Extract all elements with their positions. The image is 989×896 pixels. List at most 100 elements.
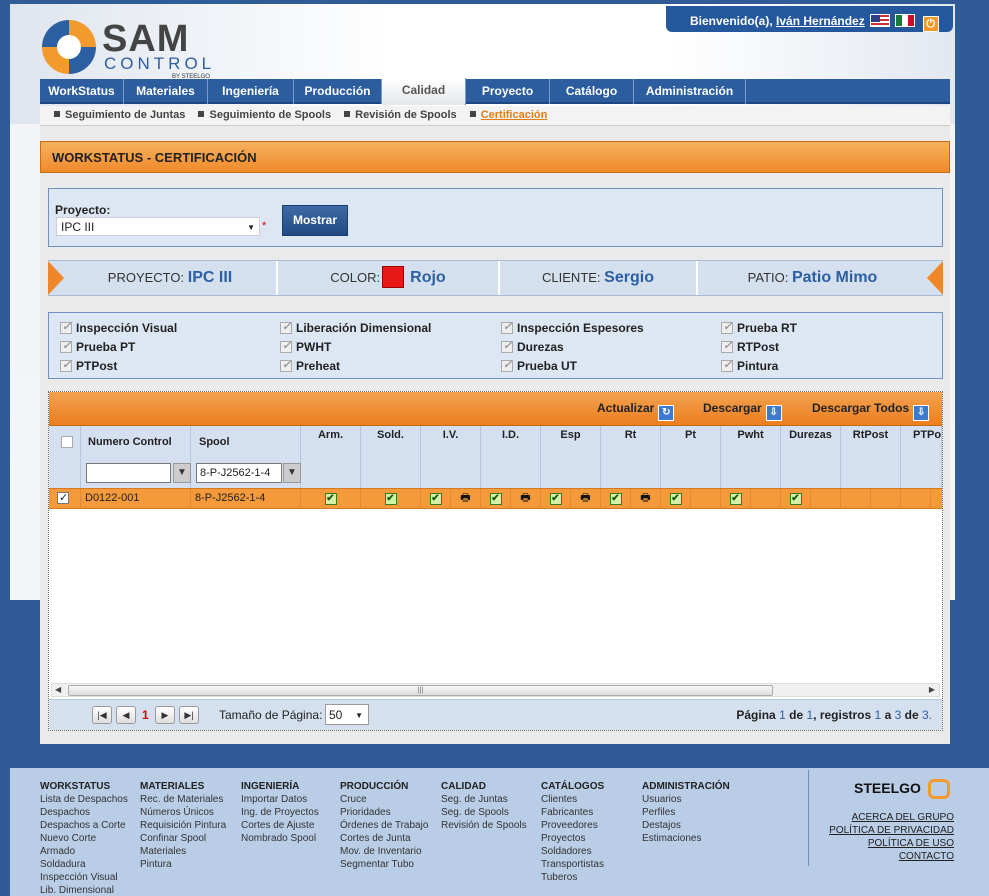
- footer-link[interactable]: Mov. de Inventario: [340, 845, 428, 858]
- col-durezas[interactable]: Durezas: [781, 426, 841, 488]
- cell-id-print[interactable]: 🖶: [511, 489, 541, 508]
- footer-link[interactable]: Seg. de Spools: [441, 806, 527, 819]
- nav-proyecto[interactable]: Proyecto: [466, 79, 550, 104]
- table-row[interactable]: ✓ D0122-001 8-P-J2562-1-4 ✔ ✔ ✔ 🖶 ✔ 🖶 ✔ …: [49, 488, 942, 509]
- nav-catalogo[interactable]: Catálogo: [550, 79, 634, 104]
- check-liberacion-dimensional[interactable]: Liberación Dimensional: [280, 320, 431, 335]
- footer-link[interactable]: Lib. Dimensional: [40, 884, 128, 896]
- cell-rt-print[interactable]: 🖶: [631, 489, 661, 508]
- check-pintura[interactable]: Pintura: [721, 358, 778, 373]
- footer-link[interactable]: Pintura: [140, 858, 226, 871]
- check-rtpost[interactable]: RTPost: [721, 339, 779, 354]
- footer-link[interactable]: Rec. de Materiales: [140, 793, 226, 806]
- descargar-button[interactable]: Descargar ⇩: [703, 401, 782, 421]
- next-page-icon[interactable]: ▶: [155, 706, 175, 724]
- footer-link[interactable]: Materiales: [140, 845, 226, 858]
- scroll-left-icon[interactable]: ◀: [55, 685, 61, 694]
- col-rtpost[interactable]: RtPost: [841, 426, 901, 488]
- check-prueba-pt[interactable]: Prueba PT: [60, 339, 135, 354]
- check-preheat[interactable]: Preheat: [280, 358, 340, 373]
- footer-link[interactable]: Inspección Visual: [40, 871, 128, 884]
- footer-link[interactable]: Nuevo Corte: [40, 832, 128, 845]
- us-flag-icon[interactable]: [870, 14, 891, 27]
- user-name-link[interactable]: Iván Hernández: [776, 14, 865, 28]
- footer-link-acerca[interactable]: ACERCA DEL GRUPO: [852, 812, 954, 823]
- footer-link[interactable]: Transportistas: [541, 858, 604, 871]
- check-inspeccion-espesores[interactable]: Inspección Espesores: [501, 320, 644, 335]
- logout-icon[interactable]: ⏻: [922, 16, 939, 32]
- footer-link[interactable]: Estimaciones: [642, 832, 730, 845]
- nav-produccion[interactable]: Producción: [294, 79, 382, 104]
- scroll-right-icon[interactable]: ▶: [929, 685, 935, 694]
- footer-link[interactable]: Números Únicos: [140, 806, 226, 819]
- nav-calidad[interactable]: Calidad: [382, 78, 466, 105]
- col-arm[interactable]: Arm.: [301, 426, 361, 488]
- col-rt[interactable]: Rt: [601, 426, 661, 488]
- footer-link-contacto[interactable]: CONTACTO: [899, 851, 954, 862]
- mostrar-button[interactable]: Mostrar: [282, 205, 348, 236]
- footer-link[interactable]: Soldadores: [541, 845, 604, 858]
- col-ptpost[interactable]: PTPos: [901, 426, 942, 488]
- col-esp[interactable]: Esp: [541, 426, 601, 488]
- footer-link[interactable]: Cortes de Junta: [340, 832, 428, 845]
- select-all-checkbox[interactable]: [60, 436, 73, 448]
- cell-esp-print[interactable]: 🖶: [571, 489, 601, 508]
- footer-link[interactable]: Destajos: [642, 819, 730, 832]
- cell-iv-print[interactable]: 🖶: [451, 489, 481, 508]
- footer-link[interactable]: Despachos: [40, 806, 128, 819]
- col-id[interactable]: I.D.: [481, 426, 541, 488]
- row-numero-control[interactable]: D0122-001: [81, 489, 191, 508]
- spool-filter[interactable]: 8-P-J2562-1-4: [196, 463, 282, 483]
- footer-link[interactable]: Revisión de Spools: [441, 819, 527, 832]
- col-pwht[interactable]: Pwht: [721, 426, 781, 488]
- footer-link[interactable]: Tuberos: [541, 871, 604, 884]
- footer-link[interactable]: Cruce: [340, 793, 428, 806]
- footer-link[interactable]: Órdenes de Trabajo: [340, 819, 428, 832]
- last-page-icon[interactable]: ▶|: [179, 706, 199, 724]
- filter-icon[interactable]: ▼: [283, 463, 301, 483]
- footer-link[interactable]: Perfiles: [642, 806, 730, 819]
- footer-link[interactable]: Armado: [40, 845, 128, 858]
- row-spool[interactable]: 8-P-J2562-1-4: [191, 489, 301, 508]
- numero-control-filter[interactable]: [86, 463, 171, 483]
- footer-link[interactable]: Proyectos: [541, 832, 604, 845]
- check-prueba-ut[interactable]: Prueba UT: [501, 358, 577, 373]
- nav-administracion[interactable]: Administración: [634, 79, 746, 104]
- footer-link[interactable]: Segmentar Tubo: [340, 858, 428, 871]
- col-sold[interactable]: Sold.: [361, 426, 421, 488]
- prev-page-icon[interactable]: ◀: [116, 706, 136, 724]
- subnav-item[interactable]: Seguimiento de Juntas: [54, 109, 185, 121]
- footer-link[interactable]: Nombrado Spool: [241, 832, 319, 845]
- subnav-item[interactable]: Seguimiento de Spools: [198, 109, 331, 121]
- row-checkbox[interactable]: ✓: [57, 492, 69, 504]
- check-pwht[interactable]: PWHT: [280, 339, 331, 354]
- scroll-thumb[interactable]: |||: [68, 685, 773, 696]
- footer-link[interactable]: Importar Datos: [241, 793, 319, 806]
- descargar-todos-button[interactable]: Descargar Todos ⇩: [812, 401, 930, 421]
- footer-link[interactable]: Despachos a Corte: [40, 819, 128, 832]
- actualizar-button[interactable]: Actualizar ↻: [597, 401, 675, 421]
- footer-link[interactable]: Seg. de Juntas: [441, 793, 527, 806]
- nav-ingenieria[interactable]: Ingeniería: [208, 79, 294, 104]
- nav-workstatus[interactable]: WorkStatus: [40, 79, 124, 104]
- check-ptpost[interactable]: PTPost: [60, 358, 117, 373]
- check-inspeccion-visual[interactable]: Inspección Visual: [60, 320, 177, 335]
- check-prueba-rt[interactable]: Prueba RT: [721, 320, 797, 335]
- footer-link[interactable]: Usuarios: [642, 793, 730, 806]
- footer-link[interactable]: Soldadura: [40, 858, 128, 871]
- footer-link[interactable]: Ing. de Proyectos: [241, 806, 319, 819]
- footer-link[interactable]: Proveedores: [541, 819, 604, 832]
- footer-link[interactable]: Prioridades: [340, 806, 428, 819]
- footer-link[interactable]: Clientes: [541, 793, 604, 806]
- footer-link[interactable]: Confinar Spool: [140, 832, 226, 845]
- project-select[interactable]: IPC III ▼: [56, 217, 260, 236]
- check-durezas[interactable]: Durezas: [501, 339, 564, 354]
- filter-icon[interactable]: ▼: [173, 463, 191, 483]
- footer-link[interactable]: Lista de Despachos: [40, 793, 128, 806]
- current-page[interactable]: 1: [142, 708, 149, 722]
- horizontal-scrollbar[interactable]: ◀ ||| ▶: [51, 683, 940, 697]
- footer-link[interactable]: Requisición Pintura: [140, 819, 226, 832]
- col-pt[interactable]: Pt: [661, 426, 721, 488]
- footer-link[interactable]: Fabricantes: [541, 806, 604, 819]
- nav-materiales[interactable]: Materiales: [124, 79, 208, 104]
